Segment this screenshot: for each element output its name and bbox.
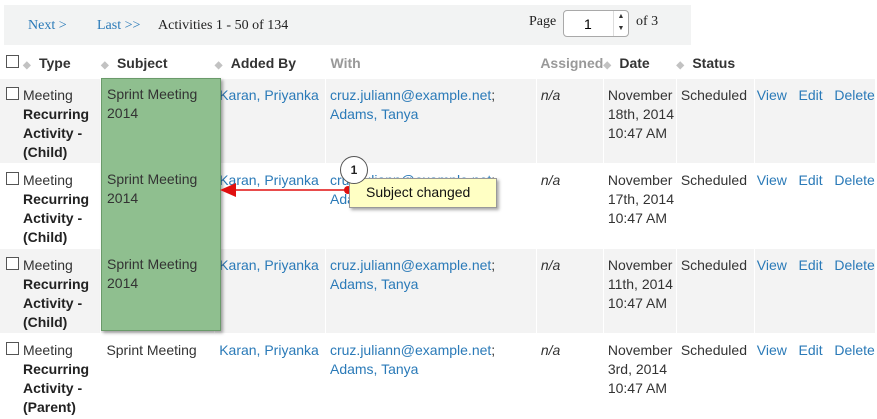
with-name-link[interactable]: Adams, Tanya	[330, 276, 418, 292]
activity-type: Meeting	[22, 172, 73, 188]
col-type[interactable]: ◆ Type	[23, 47, 101, 79]
row-checkbox[interactable]	[6, 87, 19, 100]
row-checkbox[interactable]	[6, 257, 19, 270]
delete-link[interactable]: Delete	[834, 87, 874, 103]
added-by-link[interactable]: Karan, Priyanka	[219, 257, 319, 273]
view-link[interactable]: View	[757, 257, 787, 273]
with-name-link[interactable]: Adams, Tanya	[330, 106, 418, 122]
added-by-link[interactable]: Karan, Priyanka	[219, 87, 319, 103]
page-spinner[interactable]: ▲ ▼	[613, 11, 628, 36]
annotation-number-badge: 1	[340, 156, 368, 184]
highlighted-subject: Sprint Meeting 2014	[107, 86, 198, 121]
col-date[interactable]: ◆ Date	[603, 47, 676, 79]
col-added-by[interactable]: ◆ Added By	[215, 47, 326, 79]
view-link[interactable]: View	[757, 87, 787, 103]
col-actions	[754, 47, 875, 79]
highlighted-subject: Sprint Meeting 2014	[107, 256, 198, 291]
pagination-bar: Next > Last >> Activities 1 - 50 of 134 …	[4, 5, 691, 45]
activity-type: Meeting	[22, 87, 73, 103]
page-total: of 3	[636, 14, 659, 29]
added-by-link[interactable]: Karan, Priyanka	[219, 342, 319, 358]
spin-down-icon[interactable]: ▼	[614, 23, 628, 35]
assigned-value: n/a	[540, 87, 561, 103]
activity-type: Meeting	[22, 257, 73, 273]
row-checkbox[interactable]	[6, 342, 19, 355]
assigned-value: n/a	[540, 172, 561, 188]
delete-link[interactable]: Delete	[834, 342, 874, 358]
sort-icon: ◆	[603, 59, 612, 71]
table-header-row: ◆ Type ◆ Subject ◆ Added By With Assigned ◆…	[0, 47, 875, 79]
col-with: With	[330, 54, 361, 71]
sort-icon: ◆	[22, 59, 31, 71]
view-link[interactable]: View	[757, 342, 787, 358]
record-count: Activities 1 - 50 of 134	[158, 18, 289, 33]
edit-link[interactable]: Edit	[799, 172, 823, 188]
with-email-link[interactable]: cruz.juliann@example.net	[330, 87, 491, 103]
edit-link[interactable]: Edit	[799, 87, 823, 103]
edit-link[interactable]: Edit	[799, 342, 823, 358]
status-value: Scheduled	[680, 257, 747, 273]
assigned-value: n/a	[540, 257, 561, 273]
with-email-link[interactable]: cruz.juliann@example.net	[330, 257, 491, 273]
row-checkbox[interactable]	[6, 172, 19, 185]
activity-recurrence: Recurring Activity - (Child)	[22, 106, 90, 160]
last-page-link[interactable]: Last >>	[97, 18, 140, 34]
page-label: Page	[529, 14, 557, 29]
date-value: November 17th, 2014 10:47 AM	[607, 172, 674, 226]
activity-recurrence: Recurring Activity - (Parent)	[22, 361, 90, 415]
subject-highlight: Sprint Meeting 2014 Sprint Meeting 2014 …	[101, 78, 221, 331]
with-name-link[interactable]: Adams, Tanya	[330, 361, 418, 377]
highlighted-subject: Sprint Meeting 2014	[107, 171, 198, 206]
edit-link[interactable]: Edit	[799, 257, 823, 273]
activity-type: Meeting	[22, 342, 73, 358]
date-value: November 11th, 2014 10:47 AM	[607, 257, 673, 311]
spin-up-icon[interactable]: ▲	[614, 11, 628, 23]
activity-recurrence: Recurring Activity - (Child)	[22, 191, 90, 245]
assigned-value: n/a	[540, 342, 561, 358]
delete-link[interactable]: Delete	[834, 172, 874, 188]
sort-icon: ◆	[100, 59, 109, 71]
activity-recurrence: Recurring Activity - (Child)	[22, 276, 90, 330]
added-by-link[interactable]: Karan, Priyanka	[219, 172, 319, 188]
delete-link[interactable]: Delete	[834, 257, 874, 273]
next-page-link[interactable]: Next >	[28, 18, 67, 34]
sort-icon: ◆	[676, 59, 685, 71]
page-number-input[interactable]: 1 ▲ ▼	[563, 10, 629, 37]
subject-cell: Sprint Meeting	[106, 342, 197, 358]
status-value: Scheduled	[680, 342, 747, 358]
col-assigned: Assigned	[540, 54, 604, 71]
status-value: Scheduled	[680, 172, 747, 188]
view-link[interactable]: View	[757, 172, 787, 188]
col-subject[interactable]: ◆ Subject	[101, 47, 215, 79]
annotation-callout: Subject changed	[349, 178, 497, 208]
select-all-cell	[0, 47, 23, 79]
select-all-checkbox[interactable]	[6, 54, 19, 68]
with-email-link[interactable]: cruz.juliann@example.net	[330, 342, 491, 358]
status-value: Scheduled	[680, 87, 747, 103]
table-row: Meeting Recurring Activity - (Parent) Spr…	[0, 333, 875, 419]
date-value: November 3rd, 2014 10:47 AM	[607, 342, 673, 396]
page-number-value: 1	[584, 16, 592, 32]
date-value: November 18th, 2014 10:47 AM	[607, 87, 674, 141]
sort-icon: ◆	[214, 59, 223, 71]
col-status[interactable]: ◆ Status	[676, 47, 754, 79]
